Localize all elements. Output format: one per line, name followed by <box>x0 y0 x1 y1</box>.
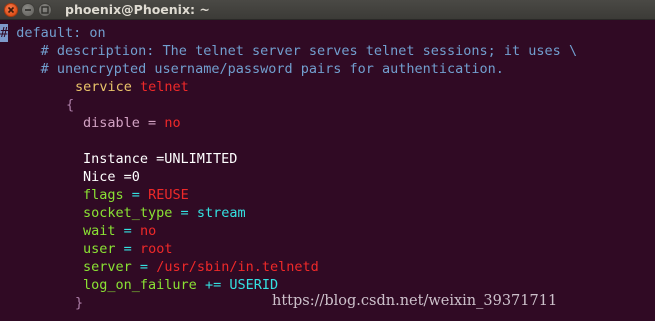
attr-nice: Nice =0 <box>83 169 140 185</box>
value-wait: no <box>139 223 157 239</box>
attr-wait: wait <box>83 223 116 239</box>
equals-sign: = <box>131 187 140 203</box>
value-log-on-failure: USERID <box>229 277 279 293</box>
terminal-line: } <box>75 294 83 312</box>
text-cursor: # <box>0 24 9 42</box>
open-brace: { <box>66 97 75 113</box>
terminal-line: Nice =0 <box>83 168 140 186</box>
attr-instance: Instance =UNLIMITED <box>83 151 238 167</box>
maximize-icon <box>41 6 49 14</box>
terminal-line: # default: on <box>0 24 106 42</box>
terminal-line: Instance =UNLIMITED <box>83 150 237 168</box>
maximize-button[interactable] <box>38 3 52 17</box>
terminal-line: server = /usr/sbin/in.telnetd <box>83 258 319 276</box>
title-bar[interactable]: phoenix@Phoenix: ~ <box>0 0 655 20</box>
plus-equals-sign: += <box>204 277 222 293</box>
equals-sign: = <box>180 205 189 221</box>
terminal-line: wait = no <box>83 222 156 240</box>
minimize-button[interactable] <box>21 3 35 17</box>
close-icon <box>7 6 15 14</box>
value-server: /usr/sbin/in.telnetd <box>156 259 319 275</box>
comment-authentication: # unencrypted username/password pairs fo… <box>0 61 504 77</box>
window-title: phoenix@Phoenix: ~ <box>65 2 210 17</box>
service-name: telnet <box>140 79 189 95</box>
equals-sign: = <box>139 259 149 275</box>
attr-socket-type: socket_type <box>83 205 173 221</box>
close-button[interactable] <box>4 3 18 17</box>
terminal-content[interactable]: # default: on # description: The telnet … <box>0 22 655 321</box>
equals-sign: = <box>148 115 157 131</box>
attr-server: server <box>83 259 132 275</box>
service-keyword: service <box>75 79 132 95</box>
terminal-line: # unencrypted username/password pairs fo… <box>0 60 504 78</box>
value-socket-type: stream <box>196 205 246 221</box>
terminal-line: socket_type = stream <box>83 204 246 222</box>
close-brace: } <box>75 295 84 311</box>
terminal-line: service telnet <box>75 78 189 96</box>
terminal-line: flags = REUSE <box>83 186 189 204</box>
terminal-line: # description: The telnet server serves … <box>0 42 577 60</box>
attr-log-on-failure: log_on_failure <box>83 277 197 293</box>
value-flags: REUSE <box>148 187 189 203</box>
watermark-url: https://blog.csdn.net/weixin_39371711 <box>272 293 558 309</box>
terminal-line: disable = no <box>83 114 181 132</box>
comment-description: # description: The telnet server serves … <box>0 43 578 59</box>
terminal-line: { <box>66 96 74 114</box>
attr-user: user <box>83 241 116 257</box>
equals-sign: = <box>123 223 132 239</box>
attr-flags: flags <box>83 187 124 203</box>
value-user: root <box>139 241 173 257</box>
terminal-window: phoenix@Phoenix: ~ # default: on # descr… <box>0 0 655 321</box>
minimize-icon <box>25 9 31 11</box>
terminal-line: log_on_failure += USERID <box>83 276 278 294</box>
config-default: default: on <box>8 25 106 41</box>
value-disable: no <box>164 115 181 131</box>
terminal-line: user = root <box>83 240 172 258</box>
equals-sign: = <box>123 241 132 257</box>
attr-disable: disable <box>83 115 140 131</box>
